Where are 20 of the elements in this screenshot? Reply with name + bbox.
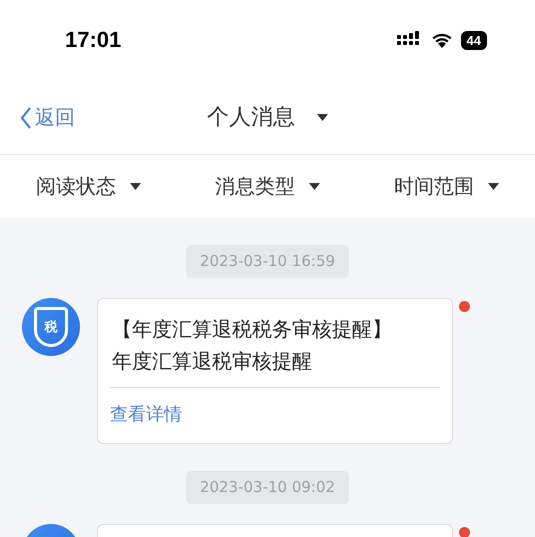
status-time: 17:01 <box>65 27 122 53</box>
chevron-left-icon <box>20 106 32 128</box>
page-title: 个人消息 <box>207 104 295 132</box>
caret-icon <box>317 114 328 120</box>
filter-dropdown[interactable]: 时间范围 <box>394 173 499 200</box>
filter-dropdown[interactable]: 阅读状态 <box>36 173 141 200</box>
message-time: 2023-03-10 16:59 <box>186 245 350 278</box>
message-title: 【年度汇算退税税务审核提醒】 <box>111 316 393 343</box>
message-text: 年度汇算退税审核提醒 <box>111 348 313 375</box>
caret-icon <box>309 183 320 190</box>
back-button[interactable]: 返回 <box>20 104 75 131</box>
message-time: 2023-03-10 09:02 <box>186 471 350 504</box>
message-card[interactable]: 【年度汇算退税税务审核提醒】 年度汇算退税审核提醒 查看详情 <box>97 298 453 444</box>
tax-shield-icon: 税 <box>22 298 80 356</box>
battery-level: 44 <box>460 30 487 50</box>
wifi-icon <box>430 32 453 48</box>
filter-dropdown[interactable]: 消息类型 <box>215 173 320 200</box>
caret-icon <box>488 183 499 190</box>
caret-icon <box>130 183 141 190</box>
view-details-link[interactable]: 查看详情 <box>110 402 182 426</box>
